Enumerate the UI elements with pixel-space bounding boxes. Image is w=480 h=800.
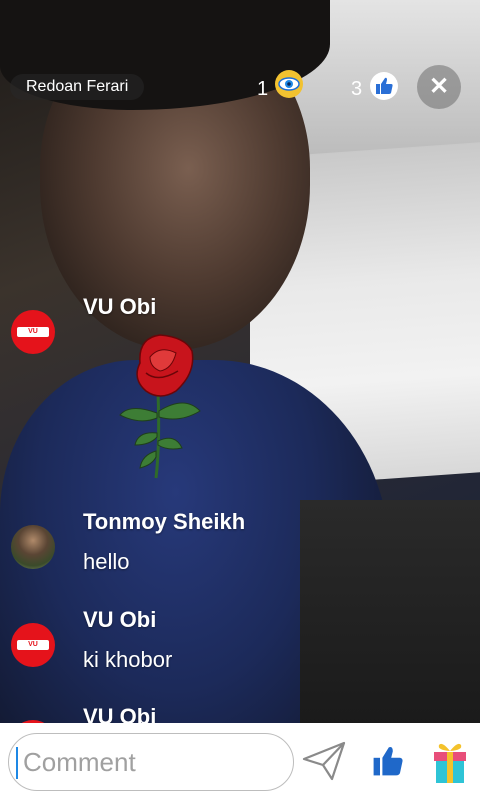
thumbs-up-icon <box>370 72 398 100</box>
chat-user-name: VU Obi <box>83 607 157 632</box>
chat-message-text: ki khobor <box>83 647 173 672</box>
live-video-frame <box>0 0 480 800</box>
background-seat <box>300 500 480 730</box>
like-count: 3 <box>351 78 363 100</box>
chat-message-text: hello <box>83 549 130 574</box>
avatar[interactable] <box>11 525 55 569</box>
close-icon: ✕ <box>428 73 450 100</box>
comment-input[interactable] <box>8 733 294 791</box>
text-cursor <box>16 747 18 779</box>
chat-user-name: VU Obi <box>83 294 157 319</box>
brand-logo-icon: VU <box>17 640 49 650</box>
close-button[interactable]: ✕ <box>417 65 461 109</box>
viewer-count: 1 <box>257 78 269 100</box>
avatar[interactable]: VU <box>11 310 55 354</box>
comment-bar <box>0 723 480 800</box>
rose-sticker-icon <box>119 334 201 479</box>
send-icon[interactable] <box>302 741 346 781</box>
gift-icon[interactable] <box>432 741 468 785</box>
brand-logo-icon: VU <box>17 327 49 337</box>
thumbs-up-icon[interactable] <box>372 745 404 777</box>
eye-icon <box>275 70 303 98</box>
chat-user-name: Tonmoy Sheikh <box>83 509 246 534</box>
host-name: Redoan Ferari <box>26 78 129 95</box>
host-name-pill[interactable]: Redoan Ferari <box>10 74 145 100</box>
avatar[interactable]: VU <box>11 623 55 667</box>
